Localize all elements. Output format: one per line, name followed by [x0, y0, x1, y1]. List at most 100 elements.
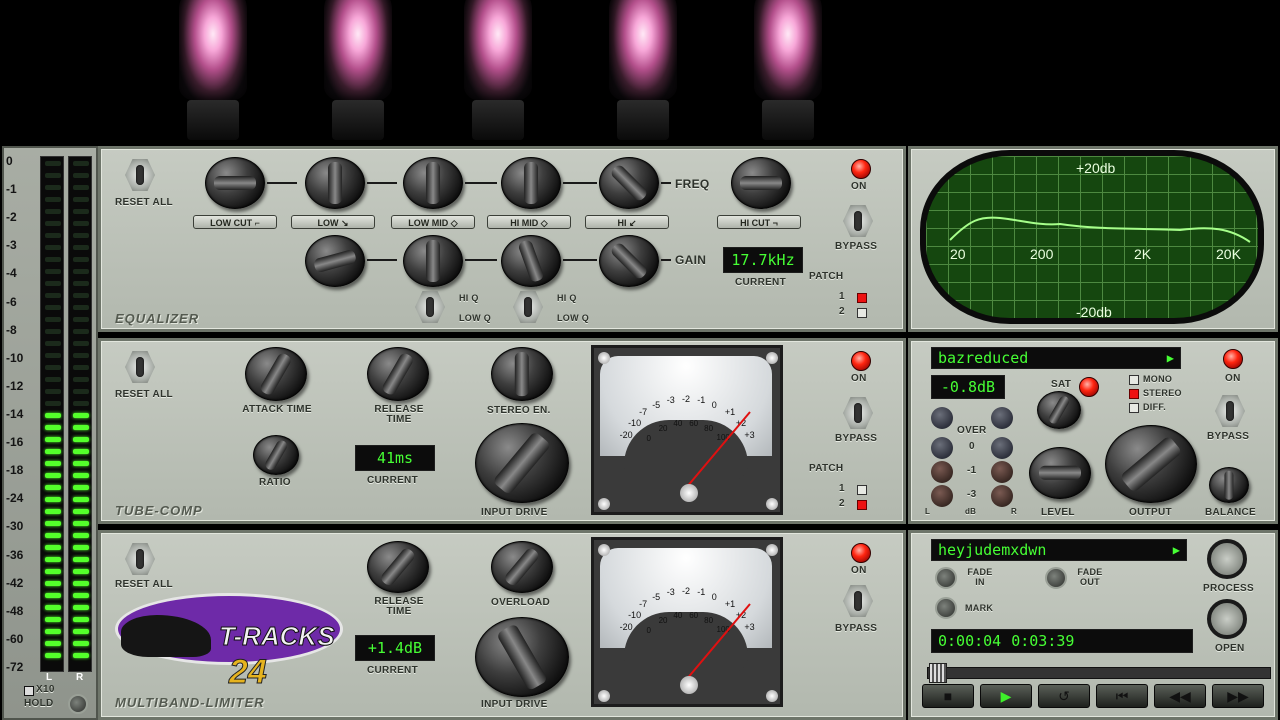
limiter-overload-knob[interactable]: [491, 541, 553, 593]
vu-adjust-screw[interactable]: [680, 484, 698, 502]
eq-hi-freq-knob[interactable]: [599, 157, 659, 209]
output-output-knob[interactable]: [1105, 425, 1197, 503]
meter-segment: [45, 629, 61, 634]
eq-band-button-low-cut[interactable]: LOW CUT ⌐: [193, 215, 277, 229]
eq-band-button-hi[interactable]: HI ↙: [585, 215, 669, 229]
output-level-knob[interactable]: [1029, 447, 1091, 499]
stop-button[interactable]: ■: [922, 684, 974, 708]
comp-attack-knob[interactable]: [245, 347, 307, 401]
comp-reset-all-switch[interactable]: [125, 351, 155, 383]
meter-segment: [45, 413, 61, 418]
meter-segment: [45, 317, 61, 322]
limiter-input-drive-knob[interactable]: [475, 617, 569, 697]
limiter-bypass-switch[interactable]: [843, 585, 873, 617]
fade-out-button[interactable]: [1045, 567, 1067, 589]
player-track-display[interactable]: heyjudemxdwn ▶: [931, 539, 1187, 561]
position-slider-handle[interactable]: [929, 663, 947, 683]
vacuum-tube-5: [748, 0, 828, 140]
eq-low-freq-knob[interactable]: [305, 157, 365, 209]
eq-band-button-hi-cut[interactable]: HI CUT ¬: [717, 215, 801, 229]
output-sat-knob[interactable]: [1037, 391, 1081, 429]
vu-adjust-screw[interactable]: [680, 676, 698, 694]
mark-button[interactable]: [935, 597, 957, 619]
eq-band-button-low[interactable]: LOW ↘: [291, 215, 375, 229]
eq-bypass-switch[interactable]: [843, 205, 873, 237]
open-button[interactable]: [1207, 599, 1247, 639]
comp-input-drive-knob[interactable]: [475, 423, 569, 503]
comp-on-led[interactable]: [851, 351, 871, 371]
meter-scale-label: -14: [6, 407, 24, 421]
output-gain-display: -0.8dB: [931, 375, 1005, 399]
output-bypass-switch[interactable]: [1215, 395, 1245, 427]
meter-segment: [73, 257, 89, 262]
eq-patch1-box[interactable]: [857, 293, 867, 303]
eq-hi-q-label: HI Q: [459, 293, 479, 303]
fast-forward-button[interactable]: ▶▶: [1212, 684, 1264, 708]
meter-segment: [73, 425, 89, 430]
eq-lowmid-freq-knob[interactable]: [403, 157, 463, 209]
eq-hicut-freq-knob[interactable]: [731, 157, 791, 209]
eq-patch1-label: 1: [839, 291, 845, 302]
eq-low-q-label-2: LOW Q: [557, 313, 589, 323]
meter-segment: [73, 653, 89, 658]
meter-segment: [73, 641, 89, 646]
output-bypass-label: BYPASS: [1207, 431, 1250, 442]
comp-release-knob[interactable]: [367, 347, 429, 401]
eq-hi-q-switch-2[interactable]: [513, 291, 543, 323]
play-button[interactable]: ▶: [980, 684, 1032, 708]
x10-checkbox[interactable]: [24, 686, 34, 696]
meter-segment: [73, 437, 89, 442]
output-preset-display[interactable]: bazreduced ▶: [931, 347, 1181, 369]
hold-button[interactable]: [68, 694, 88, 714]
meter-scale-label: -24: [6, 491, 24, 506]
meter-left-channel: [40, 156, 64, 672]
output-balance-knob[interactable]: [1209, 467, 1249, 503]
diff-checkbox[interactable]: [1129, 403, 1139, 413]
limiter-reset-all-switch[interactable]: [125, 543, 155, 575]
level-r-label: R: [1011, 507, 1018, 516]
fade-in-button[interactable]: [935, 567, 957, 589]
position-slider-track[interactable]: [927, 667, 1271, 679]
eq-patch-label: PATCH: [809, 271, 844, 282]
eq-band-button-low-mid[interactable]: LOW MID ◇: [391, 215, 475, 229]
eq-patch2-box[interactable]: [857, 308, 867, 318]
comp-patch1-box[interactable]: [857, 485, 867, 495]
eq-himid-freq-knob[interactable]: [501, 157, 561, 209]
comp-stereo-enhance-knob[interactable]: [491, 347, 553, 401]
eq-reset-all-switch[interactable]: [125, 159, 155, 191]
process-button[interactable]: [1207, 539, 1247, 579]
meter-segment: [45, 353, 61, 358]
loop-button[interactable]: ↺: [1038, 684, 1090, 708]
level-led-left-0: [931, 437, 953, 459]
output-on-led[interactable]: [1223, 349, 1243, 369]
stereo-checkbox[interactable]: [1129, 389, 1139, 399]
meter-segment: [73, 389, 89, 394]
eq-hi-gain-knob[interactable]: [599, 235, 659, 287]
limiter-release-knob[interactable]: [367, 541, 429, 593]
previous-button[interactable]: ⏮: [1096, 684, 1148, 708]
meter-segment: [73, 245, 89, 250]
vu-screw: [766, 690, 778, 702]
comp-ratio-knob[interactable]: [253, 435, 299, 475]
level-db-label: dB: [965, 507, 977, 516]
eq-low-q-label: LOW Q: [459, 313, 491, 323]
diff-label: DIFF.: [1143, 402, 1166, 412]
comp-title: TUBE-COMP: [115, 503, 203, 518]
meter-segment: [73, 185, 89, 190]
eq-band-button-hi-mid[interactable]: HI MID ◇: [487, 215, 571, 229]
eq-low-gain-knob[interactable]: [305, 235, 365, 287]
eq-hi-q-switch[interactable]: [415, 291, 445, 323]
limiter-on-led[interactable]: [851, 543, 871, 563]
eq-lowcut-freq-knob[interactable]: [205, 157, 265, 209]
eq-lowmid-gain-knob[interactable]: [403, 235, 463, 287]
output-level-label: LEVEL: [1041, 507, 1075, 518]
limiter-title: MULTIBAND-LIMITER: [115, 695, 265, 710]
rewind-button[interactable]: ◀◀: [1154, 684, 1206, 708]
vacuum-tube-4: [603, 0, 683, 140]
comp-bypass-switch[interactable]: [843, 397, 873, 429]
eq-on-led[interactable]: [851, 159, 871, 179]
comp-patch2-box[interactable]: [857, 500, 867, 510]
mono-checkbox[interactable]: [1129, 375, 1139, 385]
meter-segment: [73, 581, 89, 586]
eq-himid-gain-knob[interactable]: [501, 235, 561, 287]
